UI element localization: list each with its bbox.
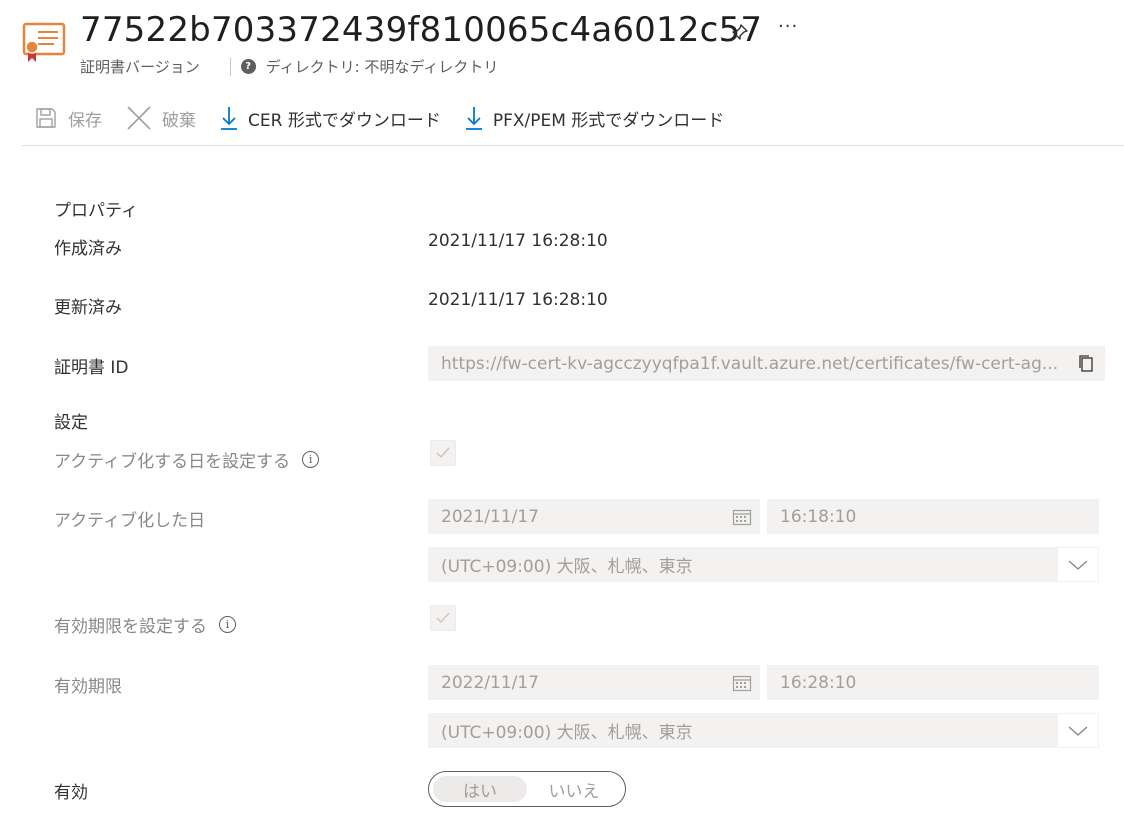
discard-label: 破棄 bbox=[162, 110, 196, 131]
help-icon[interactable]: ? bbox=[240, 59, 256, 74]
expiry-timezone-value: (UTC+09:00) 大阪、札幌、東京 bbox=[441, 723, 693, 743]
download-icon bbox=[221, 107, 237, 130]
updated-value: 2021/11/17 16:28:10 bbox=[428, 290, 608, 310]
download-cer-button[interactable]: CER 形式でダウンロード bbox=[220, 98, 441, 138]
close-icon bbox=[127, 106, 151, 130]
expiry-date-label: 有効期限 bbox=[54, 677, 122, 697]
activation-date-value: 2021/11/17 bbox=[441, 506, 539, 527]
certificate-id-value: https://fw-cert-kv-agcczyyqfpa1f.vault.a… bbox=[441, 353, 1059, 374]
enabled-toggle[interactable]: はい いいえ bbox=[428, 771, 626, 807]
checkmark-icon bbox=[436, 612, 450, 624]
save-icon bbox=[36, 108, 56, 128]
created-value: 2021/11/17 16:28:10 bbox=[428, 231, 608, 251]
more-options-icon[interactable]: ··· bbox=[778, 16, 798, 37]
expiry-date-value: 2022/11/17 bbox=[441, 672, 539, 693]
enabled-yes-option[interactable]: はい bbox=[433, 776, 527, 802]
save-button[interactable]: 保存 bbox=[34, 98, 102, 138]
download-pfx-label: PFX/PEM 形式でダウンロード bbox=[492, 110, 725, 131]
chevron-down-icon[interactable] bbox=[1057, 547, 1099, 582]
subtitle-divider bbox=[229, 57, 231, 76]
expiry-time-field[interactable]: 16:28:10 bbox=[767, 665, 1099, 700]
updated-label: 更新済み bbox=[54, 298, 122, 318]
created-label: 作成済み bbox=[54, 239, 122, 259]
expiry-timezone-dropdown[interactable]: (UTC+09:00) 大阪、札幌、東京 bbox=[428, 713, 1099, 748]
command-bar: 保存 破棄 CER 形式でダウンロード PFX/PEM 形式でダウンロード bbox=[22, 98, 1124, 146]
certificate-icon bbox=[22, 22, 66, 62]
save-label: 保存 bbox=[68, 110, 102, 131]
settings-heading: 設定 bbox=[54, 413, 88, 433]
info-icon[interactable]: i bbox=[302, 451, 320, 468]
enabled-label: 有効 bbox=[54, 783, 88, 803]
enabled-no-option[interactable]: いいえ bbox=[527, 776, 621, 802]
activation-date-label: アクティブ化した日 bbox=[54, 511, 206, 531]
page-title: 77522b703372439f810065c4a6012c57 bbox=[80, 10, 763, 50]
set-activation-text: アクティブ化する日を設定する bbox=[54, 452, 291, 472]
page-header: 77522b703372439f810065c4a6012c57 ··· 証明書… bbox=[22, 8, 1122, 88]
subtitle-text: 証明書バージョン bbox=[80, 58, 200, 76]
download-icon bbox=[465, 107, 482, 130]
download-cer-label: CER 形式でダウンロード bbox=[248, 110, 441, 131]
certificate-id-label: 証明書 ID bbox=[54, 358, 129, 378]
calendar-icon[interactable] bbox=[732, 674, 752, 692]
set-activation-label: アクティブ化する日を設定する i bbox=[54, 447, 320, 472]
set-expiry-text: 有効期限を設定する bbox=[54, 617, 207, 637]
copy-icon[interactable] bbox=[1077, 354, 1095, 374]
calendar-icon[interactable] bbox=[732, 508, 752, 526]
set-activation-checkbox[interactable] bbox=[430, 440, 456, 466]
activation-time-value: 16:18:10 bbox=[780, 506, 857, 527]
properties-heading: プロパティ bbox=[54, 201, 138, 221]
discard-button[interactable]: 破棄 bbox=[126, 98, 196, 138]
chevron-down-icon[interactable] bbox=[1057, 713, 1099, 748]
expiry-date-field[interactable]: 2022/11/17 bbox=[428, 665, 760, 700]
subtitle-bar: 証明書バージョン ? ディレクトリ: 不明なディレクトリ bbox=[80, 56, 498, 77]
expiry-time-value: 16:28:10 bbox=[780, 672, 857, 693]
download-pfx-button[interactable]: PFX/PEM 形式でダウンロード bbox=[465, 98, 724, 138]
directory-text: ディレクトリ: 不明なディレクトリ bbox=[265, 58, 499, 76]
set-expiry-checkbox[interactable] bbox=[430, 605, 456, 631]
activation-time-field[interactable]: 16:18:10 bbox=[767, 499, 1099, 534]
activation-timezone-value: (UTC+09:00) 大阪、札幌、東京 bbox=[441, 557, 693, 577]
pin-icon[interactable] bbox=[728, 22, 750, 44]
activation-date-field[interactable]: 2021/11/17 bbox=[428, 499, 760, 534]
checkmark-icon bbox=[436, 447, 450, 459]
certificate-id-field[interactable]: https://fw-cert-kv-agcczyyqfpa1f.vault.a… bbox=[428, 346, 1105, 381]
info-icon[interactable]: i bbox=[219, 616, 236, 633]
set-expiry-label: 有効期限を設定する i bbox=[54, 612, 236, 637]
activation-timezone-dropdown[interactable]: (UTC+09:00) 大阪、札幌、東京 bbox=[428, 547, 1099, 582]
